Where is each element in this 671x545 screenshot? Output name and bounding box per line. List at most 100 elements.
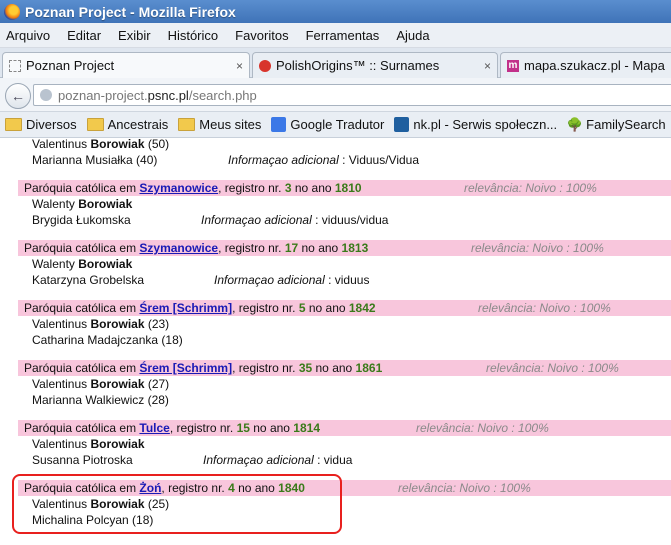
url-path: /search.php [188, 87, 257, 103]
parish-link[interactable]: Śrem [Schrimm] [139, 301, 232, 315]
info-value: viduus [334, 273, 370, 287]
relevance-text: relevância: Noivo : 100% [398, 481, 531, 495]
tab-mapa-szukacz[interactable]: m mapa.szukacz.pl - Mapa [500, 52, 671, 78]
tab-label: Poznan Project [26, 58, 115, 73]
groom-age: (23) [144, 317, 170, 331]
bookmark-google-tradutor[interactable]: Google Tradutor [271, 117, 384, 132]
bride-line: Catharina Madajczanka (18) [18, 332, 671, 348]
bookmark-ancestrais[interactable]: Ancestrais [86, 117, 168, 132]
record-header: Paróquia católica em Tulce, registro nr.… [18, 420, 671, 436]
menu-ferramentas[interactable]: Ferramentas [306, 28, 380, 43]
register-label: , registro nr. [232, 361, 299, 375]
parish-link[interactable]: Szymanowice [139, 181, 218, 195]
szukacz-m-icon: m [507, 59, 519, 72]
bride-line: Katarzyna Grobelska Informaçao adicional … [18, 272, 671, 288]
tab-label: PolishOrigins™ :: Surnames [276, 58, 440, 73]
menu-arquivo[interactable]: Arquivo [6, 28, 50, 43]
groom-line: Valentinus Borowiak [18, 436, 671, 452]
record-header: Paróquia católica em Śrem [Schrimm], reg… [18, 300, 671, 316]
relevance-text: relevância: Noivo : 100% [471, 241, 604, 255]
tab-bar: Poznan Project × PolishOrigins™ :: Surna… [0, 48, 671, 78]
additional-info: Informaçao adicional : vidua [203, 452, 352, 468]
year-label: no ano [249, 421, 294, 435]
window-title-bar: Poznan Project - Mozilla Firefox [0, 0, 671, 23]
url-host: poznan-project. [58, 87, 148, 103]
record-year: 1842 [348, 301, 376, 315]
register-number: 35 [298, 361, 313, 375]
groom-first-name: Valentinus [32, 377, 91, 391]
info-separator: : [324, 273, 335, 287]
bride-line: Marianna Walkiewicz (28) [18, 392, 671, 408]
record-header: Paróquia católica em Szymanowice, regist… [18, 180, 671, 196]
register-number: 17 [284, 241, 299, 255]
globe-icon [40, 89, 52, 101]
bride-name: Marianna Musiałka (40) [32, 153, 158, 167]
groom-surname: Borowiak [90, 437, 145, 451]
parish-prefix: Paróquia católica em [24, 241, 140, 255]
bookmark-diversos[interactable]: Diversos [5, 117, 77, 132]
window-title: Poznan Project - Mozilla Firefox [25, 3, 236, 20]
bride-line: Marianna Musiałka (40) Informaçao adicion… [18, 152, 671, 168]
bride-name: Brygida Łukomska [32, 213, 131, 227]
close-tab-icon[interactable]: × [484, 59, 491, 73]
groom-surname: Borowiak [78, 257, 133, 271]
info-separator: : [313, 453, 324, 467]
groom-surname: Borowiak [90, 377, 145, 391]
groom-line: Valentinus Borowiak (23) [18, 316, 671, 332]
bride-line: Brygida Łukomska Informaçao adicional : v… [18, 212, 671, 228]
parish-prefix: Paróquia católica em [24, 421, 140, 435]
additional-info: Informaçao adicional : viduus/vidua [201, 212, 388, 228]
menu-ajuda[interactable]: Ajuda [396, 28, 429, 43]
groom-first-name: Valentinus [32, 317, 91, 331]
year-label: no ano [291, 181, 335, 195]
register-number: 5 [298, 301, 306, 315]
bookmark-meus-sites[interactable]: Meus sites [178, 117, 261, 132]
year-label: no ano [312, 361, 356, 375]
year-label: no ano [305, 301, 349, 315]
record-header: Paróquia católica em Szymanowice, regist… [18, 240, 671, 256]
result-record: Paróquia católica em Szymanowice, regist… [18, 240, 671, 288]
parish-prefix: Paróquia católica em [24, 181, 140, 195]
result-record: Paróquia católica em Śrem [Schrimm], reg… [18, 300, 671, 348]
bookmark-label: Google Tradutor [290, 117, 385, 132]
bookmark-familysearch[interactable]: 🌳 FamilySearch [567, 117, 666, 133]
groom-line: Walenty Borowiak [18, 256, 671, 272]
back-arrow-icon[interactable]: ← [5, 83, 31, 109]
menu-editar[interactable]: Editar [67, 28, 101, 43]
bride-name: Susanna Piotroska [32, 453, 133, 467]
close-tab-icon[interactable]: × [236, 59, 243, 73]
tab-label: mapa.szukacz.pl - Mapa [524, 58, 665, 73]
groom-line: Valentinus Borowiak (27) [18, 376, 671, 392]
additional-info: Informaçao adicional : Viduus/Vidua [228, 152, 419, 168]
parish-link[interactable]: Śrem [Schrimm] [139, 361, 232, 375]
navigation-bar: ← poznan-project.psnc.pl/search.php [0, 78, 671, 112]
menu-historico[interactable]: Histórico [168, 28, 219, 43]
result-record-partial: Valentinus Borowiak (50) Marianna Musiał… [18, 138, 671, 168]
parish-link[interactable]: Szymanowice [139, 241, 218, 255]
bookmark-label: Meus sites [199, 117, 262, 132]
bookmarks-bar: Diversos Ancestrais Meus sites Google Tr… [0, 112, 671, 138]
record-year: 1814 [293, 421, 320, 435]
url-bar[interactable]: poznan-project.psnc.pl/search.php [33, 84, 671, 106]
tab-polishorigins[interactable]: PolishOrigins™ :: Surnames × [252, 52, 498, 78]
parish-prefix: Paróquia católica em [24, 361, 140, 375]
menu-exibir[interactable]: Exibir [118, 28, 151, 43]
menu-favoritos[interactable]: Favoritos [235, 28, 288, 43]
menu-bar: Arquivo Editar Exibir Histórico Favorito… [0, 23, 671, 48]
result-record: Paróquia católica em Szymanowice, regist… [18, 180, 671, 228]
google-translate-icon [271, 117, 287, 132]
info-value: Viduus/Vidua [348, 153, 420, 167]
record-header: Paróquia católica em Śrem [Schrimm], reg… [18, 360, 671, 376]
parish-link[interactable]: Tulce [139, 421, 169, 435]
info-value: vidua [323, 453, 353, 467]
result-record: Paróquia católica em Tulce, registro nr.… [18, 420, 671, 468]
info-label: Informaçao adicional [203, 453, 314, 467]
groom-line: Walenty Borowiak [18, 196, 671, 212]
bookmark-label: FamilySearch [586, 117, 666, 132]
bookmark-nk-pl[interactable]: nk.pl - Serwis społeczn... [394, 117, 557, 132]
red-highlight-box [12, 474, 342, 534]
tab-poznan-project[interactable]: Poznan Project × [2, 52, 250, 78]
folder-icon [178, 118, 196, 131]
info-label: Informaçao adicional [228, 153, 339, 167]
bookmark-label: Diversos [26, 117, 77, 132]
